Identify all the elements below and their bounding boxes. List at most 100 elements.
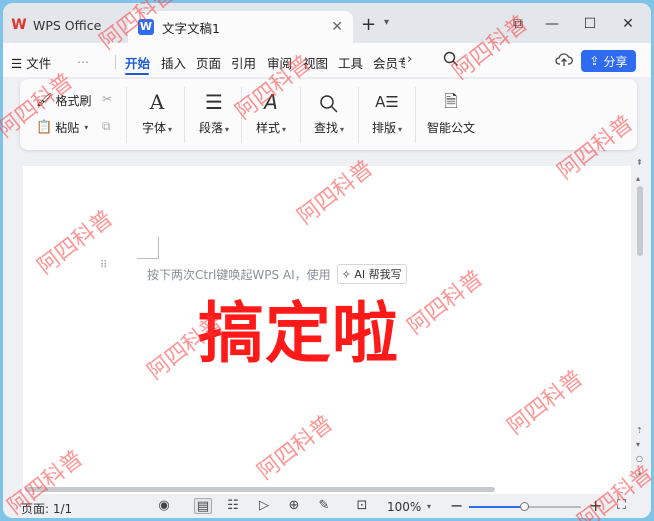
zoom-level[interactable]: 100% — [387, 500, 421, 514]
tab-references[interactable]: 引用 — [231, 53, 256, 72]
style-button[interactable]: A 样式 ▾ — [252, 89, 290, 136]
paragraph-align-icon: ☰ — [205, 90, 223, 114]
play-icon[interactable]: ▷ — [255, 498, 273, 514]
ribbon-divider — [415, 87, 416, 143]
paste-label: 粘贴 — [55, 121, 80, 135]
scroll-down-icon[interactable]: ▾ — [636, 440, 640, 449]
layout-text-icon: A☰ — [375, 93, 399, 111]
ribbon-divider — [300, 87, 301, 143]
chevron-down-icon: ▾ — [340, 125, 345, 134]
chevron-down-icon: ▾ — [168, 125, 173, 134]
wps-window: W WPS Office W 文字文稿1 ✕ + ▾ ⧉ — ☐ ✕ ☰ 文件 … — [3, 3, 651, 518]
horizontal-scrollbar[interactable] — [25, 487, 495, 492]
chevron-down-icon: ▾ — [282, 125, 287, 134]
ribbon-divider — [126, 87, 127, 143]
layout-button[interactable]: A☰ 排版 ▾ — [367, 89, 407, 136]
find-label: 查找 — [313, 121, 338, 135]
document-tab-label: 文字文稿1 — [162, 20, 220, 36]
scroll-prev-page-icon[interactable]: ⇡ — [636, 426, 643, 435]
tab-page[interactable]: 页面 — [196, 53, 221, 72]
wps-logo-icon: W — [11, 17, 27, 33]
zoom-out-button[interactable]: − — [450, 496, 463, 515]
outline-view-icon[interactable]: ☷ — [224, 498, 242, 514]
find-button[interactable]: 查找 ▾ — [309, 89, 349, 136]
fit-page-icon[interactable]: ⊡ — [353, 498, 371, 514]
chevron-down-icon: ▾ — [225, 125, 230, 134]
file-menu[interactable]: ☰ 文件 — [11, 53, 51, 72]
scroll-next-page-icon[interactable]: ⇣ — [636, 468, 643, 477]
share-button[interactable]: ⇪ 分享 — [581, 50, 636, 72]
menu-divider — [115, 55, 116, 69]
search-icon[interactable] — [443, 51, 459, 67]
writer-doc-icon: W — [138, 19, 154, 35]
cloud-upload-icon[interactable] — [555, 52, 573, 68]
ribbon-divider — [184, 87, 185, 143]
new-tab-chevron-down-icon[interactable]: ▾ — [384, 17, 389, 28]
tab-home[interactable]: 开始 — [125, 53, 150, 72]
ribbon-divider — [358, 87, 359, 143]
chevron-down-icon[interactable]: ▾ — [427, 502, 431, 511]
share-label: 分享 — [603, 54, 628, 69]
document-body-text: 搞定啦 — [198, 295, 399, 372]
web-view-globe-icon[interactable]: ⊕ — [285, 498, 303, 514]
window-controls: ⧉ — ☐ ✕ — [503, 11, 647, 37]
format-painter-button[interactable]: 🖌 格式刷 — [36, 92, 92, 109]
ribbon-divider — [241, 87, 242, 143]
paint-brush-icon: 🖌 — [36, 93, 53, 108]
scrollbar-thumb[interactable] — [637, 186, 643, 256]
ribbon-toolbar: 🖌 格式刷 ✂ 📋 粘贴 ▾ ⧉ A 字体 ▾ ☰ 段落 ▾ A 样式 ▾ 查找… — [20, 79, 637, 150]
cut-icon[interactable]: ✂ — [102, 92, 112, 106]
magnifier-icon — [309, 89, 349, 115]
scroll-top-icon[interactable]: ⇞ — [636, 158, 643, 167]
page-margin-corner-mark — [137, 237, 159, 259]
new-tab-button[interactable]: + — [361, 15, 376, 35]
chevron-down-icon: ▾ — [398, 125, 403, 134]
more-menu-button[interactable]: ⋯ — [77, 55, 89, 69]
select-browse-object-icon[interactable]: ○ — [636, 454, 643, 463]
zoom-slider-thumb[interactable] — [520, 502, 529, 511]
pen-icon[interactable]: ✎ — [315, 498, 333, 514]
document-page[interactable]: ⠿ 按下两次Ctrl键唤起WPS AI，使用 ✧ AI 帮我写 搞定啦 — [23, 166, 631, 494]
style-pen-icon: A — [264, 90, 278, 114]
minimize-button[interactable]: — — [533, 11, 571, 37]
close-window-button[interactable]: ✕ — [609, 11, 647, 37]
copy-icon[interactable]: ⧉ — [102, 119, 111, 134]
tab-insert[interactable]: 插入 — [161, 53, 186, 72]
page-indicator[interactable]: 页面: 1/1 — [21, 500, 72, 517]
layout-label: 排版 — [371, 121, 396, 135]
smart-document-button[interactable]: 🗎 智能公文 — [425, 89, 477, 136]
clipboard-icon: 📋 — [36, 120, 53, 135]
menu-divider — [467, 55, 468, 69]
page-view-icon[interactable]: ▤ — [194, 498, 212, 514]
drag-handle-icon[interactable]: ⠿ — [100, 261, 110, 276]
active-tab-indicator — [125, 73, 149, 75]
app-home-tab[interactable]: W WPS Office — [11, 11, 101, 39]
paragraph-button[interactable]: ☰ 段落 ▾ — [195, 89, 233, 136]
paste-button[interactable]: 📋 粘贴 ▾ — [36, 119, 88, 136]
eye-icon[interactable]: ◉ — [155, 498, 173, 514]
zoom-in-button[interactable]: + — [589, 496, 602, 515]
tab-tools[interactable]: 工具 — [338, 53, 363, 72]
file-menu-label: 文件 — [26, 56, 52, 71]
chevron-right-icon[interactable]: › — [407, 52, 412, 67]
paragraph-label: 段落 — [198, 121, 223, 135]
close-tab-icon[interactable]: ✕ — [331, 19, 343, 35]
tab-view[interactable]: 视图 — [303, 53, 328, 72]
format-painter-label: 格式刷 — [55, 94, 92, 108]
style-label: 样式 — [255, 121, 280, 135]
title-bar: W WPS Office W 文字文稿1 ✕ + ▾ ⧉ — ☐ ✕ — [3, 3, 651, 43]
smart-document-label: 智能公文 — [426, 121, 475, 135]
status-bar: 页面: 1/1 ◉ ▤ ☷ ▷ ⊕ ✎ ⊡ 100% ▾ − + ⛶ — [3, 495, 651, 518]
maximize-button[interactable]: ☐ — [571, 11, 609, 37]
tab-layout-icon[interactable]: ⧉ — [503, 11, 533, 37]
vertical-scrollbar[interactable]: ⇞ ▴ ⇡ ▾ ○ ⇣ — [633, 156, 647, 494]
tab-review[interactable]: 审阅 — [267, 53, 292, 72]
tab-member[interactable]: 会员专 — [373, 53, 405, 72]
font-button[interactable]: A 字体 ▾ — [138, 89, 176, 136]
share-icon: ⇪ — [589, 54, 600, 68]
scroll-up-icon[interactable]: ▴ — [636, 174, 640, 183]
font-a-icon: A — [149, 90, 165, 114]
document-tab[interactable]: W 文字文稿1 ✕ — [128, 11, 353, 43]
fullscreen-icon[interactable]: ⛶ — [617, 498, 626, 513]
zoom-slider-fill — [469, 506, 525, 508]
